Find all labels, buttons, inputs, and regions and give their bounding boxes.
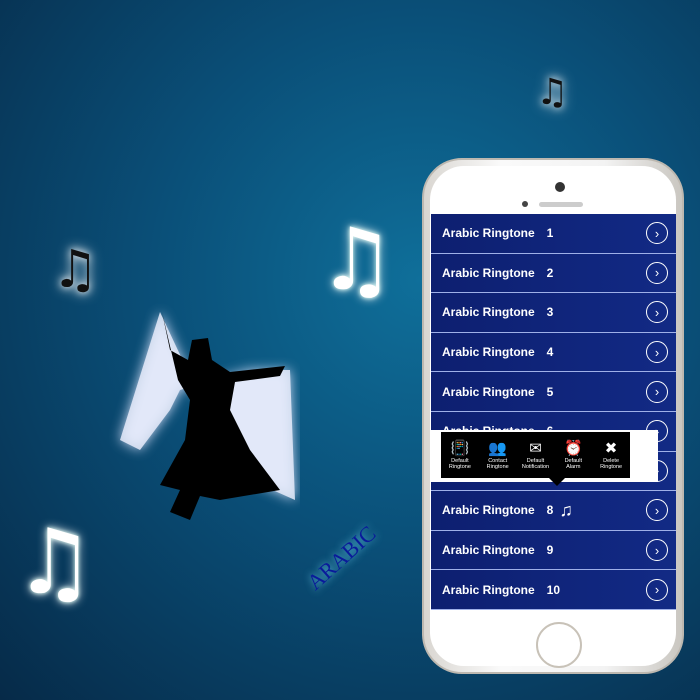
music-note-icon: ♫ xyxy=(559,499,573,520)
envelope-icon: ✉ xyxy=(529,438,542,457)
ringtone-label: Arabic Ringtone xyxy=(442,543,535,558)
ringtone-number: 8 xyxy=(546,503,554,518)
list-item[interactable]: Arabic Ringtone 9 › xyxy=(431,530,676,571)
ringtone-number: 2 xyxy=(546,265,554,280)
list-item[interactable]: Arabic Ringtone 8 ♫ › xyxy=(431,491,676,531)
ringtone-action-popup: 📳 Default Ringtone 👥 Contact Ringtone ✉ Default… xyxy=(431,430,658,486)
ringtone-label: Arabic Ringtone xyxy=(442,345,535,360)
action-label-line2: Ringtone xyxy=(448,464,471,470)
action-contact-ringtone[interactable]: 👥 Contact Ringtone xyxy=(480,438,516,471)
music-note-icon: ♫ xyxy=(318,210,396,310)
contacts-icon: 👥 xyxy=(488,438,508,457)
action-default-ringtone[interactable]: 📳 Default Ringtone xyxy=(442,438,478,471)
chevron-right-icon[interactable]: › xyxy=(646,222,668,245)
chevron-right-icon[interactable]: › xyxy=(646,341,668,364)
speaker xyxy=(539,202,583,207)
ringtone-list: Arabic Ringtone 1 › Arabic Ringtone 2 › Arabic… xyxy=(431,214,676,610)
list-item[interactable]: Arabic Ringtone 2 › xyxy=(431,253,676,294)
chevron-right-icon[interactable]: › xyxy=(646,499,668,522)
music-note-icon: ♫ xyxy=(536,72,569,113)
action-label-line2: Alarm xyxy=(566,464,581,470)
chevron-right-icon[interactable]: › xyxy=(646,301,668,324)
action-label-line2: Notification xyxy=(521,464,550,470)
action-delete-ringtone[interactable]: ✖ Delete Ringtone xyxy=(593,438,629,471)
ringtone-number: 10 xyxy=(546,582,561,597)
action-default-notification[interactable]: ✉ Default Notification xyxy=(517,438,553,471)
sensor xyxy=(522,201,528,207)
list-item[interactable]: Arabic Ringtone 5 › xyxy=(431,372,676,412)
ringtone-label: Arabic Ringtone xyxy=(442,226,535,241)
chevron-right-icon[interactable]: › xyxy=(646,539,668,562)
ringtone-number: 3 xyxy=(546,305,554,320)
alarm-clock-icon: ⏰ xyxy=(563,438,583,457)
list-item[interactable]: Arabic Ringtone 4 › xyxy=(431,332,676,373)
ringtone-number: 1 xyxy=(546,226,554,241)
ringtone-number: 4 xyxy=(546,345,554,360)
x-icon: ✖ xyxy=(604,438,618,457)
arabic-label: ARABIC xyxy=(301,520,381,595)
home-button[interactable] xyxy=(536,622,582,668)
list-item[interactable]: Arabic Ringtone 10 › xyxy=(431,570,676,610)
dancer-silhouette xyxy=(120,312,295,520)
list-item[interactable]: Arabic Ringtone 3 › xyxy=(431,293,676,333)
music-note-icon: ♫ xyxy=(14,510,95,615)
ringtone-label: Arabic Ringtone xyxy=(442,582,535,597)
chevron-right-icon[interactable]: › xyxy=(646,261,668,284)
ringtone-number: 5 xyxy=(546,384,554,399)
ringtone-label: Arabic Ringtone xyxy=(442,265,535,280)
ringtone-label: Arabic Ringtone xyxy=(442,503,535,518)
action-label-line2: Ringtone xyxy=(486,464,509,470)
ringtone-number: 9 xyxy=(546,543,554,558)
action-label-line2: Ringtone xyxy=(600,464,623,470)
music-note-icon: ♫ xyxy=(52,240,99,300)
vibrating-phone-icon: 📳 xyxy=(450,438,470,457)
camera xyxy=(555,182,565,192)
list-item[interactable]: Arabic Ringtone 1 › xyxy=(431,214,676,254)
ringtone-label: Arabic Ringtone xyxy=(442,384,535,399)
ringtone-label: Arabic Ringtone xyxy=(442,305,535,320)
chevron-right-icon[interactable]: › xyxy=(646,380,668,403)
action-default-alarm[interactable]: ⏰ Default Alarm xyxy=(555,438,591,471)
chevron-right-icon[interactable]: › xyxy=(646,578,668,601)
